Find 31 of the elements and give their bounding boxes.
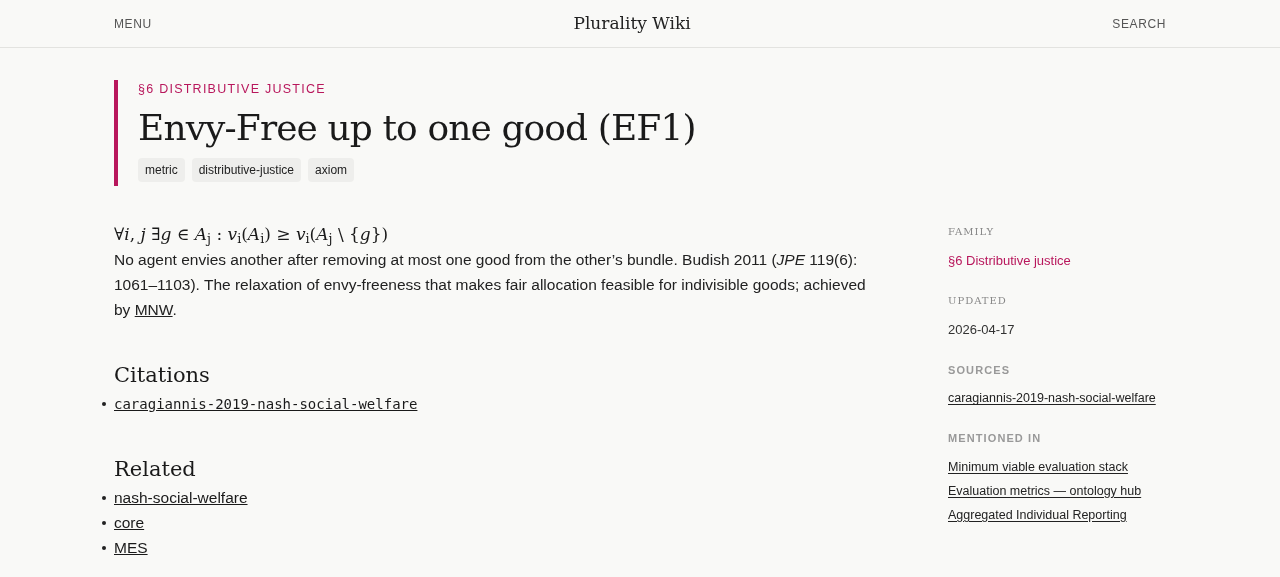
site-title[interactable]: Plurality Wiki bbox=[573, 10, 691, 37]
sidebar-link[interactable]: Evaluation metrics — ontology hub bbox=[948, 480, 1142, 501]
tag[interactable]: axiom bbox=[308, 157, 355, 182]
related-heading: Related bbox=[114, 455, 196, 483]
related-link[interactable]: core bbox=[114, 510, 145, 536]
sidebar-label: MENTIONED IN bbox=[948, 431, 1043, 447]
search-link[interactable]: SEARCH bbox=[1112, 14, 1166, 33]
related-link[interactable]: MES bbox=[114, 535, 148, 561]
tag[interactable]: distributive-justice bbox=[191, 157, 302, 182]
sidebar-link[interactable]: caragiannis-2019-nash-social-welfare bbox=[948, 388, 1156, 409]
sidebar-label: UPDATED bbox=[948, 293, 1008, 308]
formula: ∀i, j ∃g ∈ A$_{j}$ : v$_{i}$(A$_{i}$) ≥ v$_{i}$(A$_{j}$ \ {g}) bbox=[114, 222, 390, 248]
sidebar-link[interactable]: Minimum viable evaluation stack bbox=[948, 456, 1128, 477]
citation-link[interactable]: caragiannis-2019-nash-social-welfare bbox=[114, 391, 418, 416]
citations-heading: Citations bbox=[114, 362, 210, 390]
family-link[interactable]: §6 Distributive justice bbox=[948, 250, 1168, 271]
description: No agent envies another after removing at most one good from the other’s bundle. Budish 2011 (JPE 119(6): 1061–1103). The relaxation of envy-freeness that makes fair allocation feasible for indivisible goods; achieved by MNW. bbox=[114, 250, 867, 321]
bullet-icon bbox=[102, 545, 106, 550]
related-link[interactable]: nash-social-welfare bbox=[114, 485, 248, 511]
page-title: Envy-Free up to one good (EF1) bbox=[138, 105, 697, 150]
bullet-icon bbox=[102, 520, 106, 525]
bullet-icon bbox=[102, 495, 106, 500]
bullet-icon bbox=[102, 401, 106, 406]
sidebar-label: FAMILY bbox=[948, 224, 996, 239]
mnw-link[interactable]: MNW bbox=[134, 301, 173, 319]
sidebar-link[interactable]: Aggregated Individual Reporting bbox=[948, 504, 1127, 525]
updated-date: 2026-04-17 bbox=[948, 320, 1016, 339]
section-label: §6 DISTRIBUTIVE JUSTICE bbox=[138, 81, 327, 98]
sidebar-label: SOURCES bbox=[948, 362, 1012, 378]
menu-link[interactable]: MENU bbox=[114, 14, 152, 33]
tag[interactable]: metric bbox=[138, 157, 185, 182]
